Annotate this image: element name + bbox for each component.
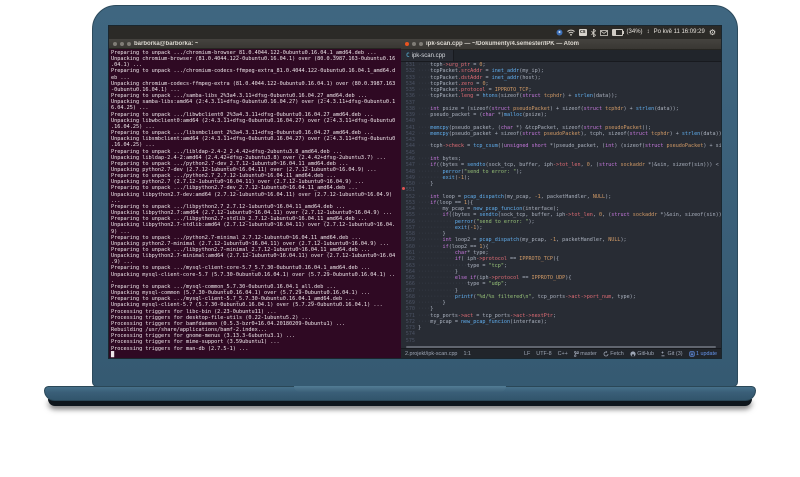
keyboard-layout[interactable]: cs bbox=[578, 29, 587, 36]
battery-percentage: (34%) bbox=[626, 29, 643, 35]
bluetooth-icon[interactable] bbox=[590, 28, 596, 37]
status-item-fetch[interactable]: Fetch bbox=[603, 350, 624, 357]
terminal-line: Preparing to unpack .../chromium-codecs-… bbox=[111, 68, 396, 75]
terminal-window: barborka@barborka: ~ Preparing to unpack… bbox=[109, 39, 401, 358]
cpp-file-icon: C bbox=[406, 52, 410, 59]
status-item-1-update[interactable]: 1 update bbox=[688, 350, 717, 357]
terminal-line: Unpacking libpython2.7-stdlib:amd64 (2.7… bbox=[111, 222, 396, 229]
terminal-line: Unpacking mysql-client-core-5.7 (5.7.30-… bbox=[111, 271, 396, 278]
laptop-mockup: cs (34%) ↕ Po kvě 11 16:09:29 ⚙ barborka… bbox=[0, 0, 800, 477]
terminal-line: Unpacking libpython2.7-minimal:amd64 (2.… bbox=[111, 253, 396, 260]
terminal-line: Unpacking samba-libs:amd64 (2:4.3.11+dfs… bbox=[111, 99, 396, 106]
terminal-line: Unpacking chromium-browser (81.0.4044.12… bbox=[111, 56, 396, 63]
atom-window: ipk-scan.cpp — ~/Dokumenty/4.semester/IP… bbox=[401, 39, 721, 358]
mail-icon[interactable] bbox=[599, 29, 608, 36]
cursor-position[interactable]: 1:1 bbox=[463, 351, 471, 357]
code-line: 551 bbox=[401, 187, 721, 193]
status-item-c-[interactable]: C++ bbox=[558, 351, 568, 357]
code-line: 542 ····memcpy(pseudo_packet + sizeof(str… bbox=[401, 131, 721, 137]
terminal-line: Preparing to unpack .../python2.7-minima… bbox=[111, 234, 361, 241]
laptop-screen: cs (34%) ↕ Po kvě 11 16:09:29 ⚙ barborka… bbox=[108, 25, 722, 359]
terminal-line: Preparing to unpack .../mysql-client-cor… bbox=[111, 265, 371, 272]
session-gear-icon[interactable]: ⚙ bbox=[709, 26, 716, 39]
code-line: 575 bbox=[401, 338, 721, 344]
update-icon bbox=[688, 350, 695, 357]
terminal-line: Unpacking libwbclient0:amd64 (2:4.3.11+d… bbox=[111, 117, 396, 124]
atom-title: ipk-scan.cpp — ~/Dokumenty/4.semester/IP… bbox=[426, 41, 579, 47]
sync-icon bbox=[603, 350, 609, 357]
status-item-git-3-[interactable]: Git (3) bbox=[660, 351, 683, 357]
github-icon bbox=[630, 350, 636, 357]
status-item-github[interactable]: GitHub bbox=[630, 351, 654, 357]
atom-minimize-button[interactable] bbox=[412, 42, 416, 46]
code-line: 544 ····tcph->check = tcp_csum((unsigned … bbox=[401, 143, 721, 149]
wifi-icon[interactable] bbox=[567, 29, 575, 36]
indicator-icon[interactable] bbox=[556, 29, 563, 36]
tab-ipk-scan[interactable]: C ipk-scan.cpp bbox=[401, 50, 455, 61]
laptop-base-notch bbox=[294, 386, 506, 392]
terminal-titlebar[interactable]: barborka@barborka: ~ bbox=[109, 39, 401, 49]
status-item-lf[interactable]: LF bbox=[524, 351, 530, 357]
statusbar-right: LF UTF-8 C++ master Fetch GitHub Git (3) 1 upda… bbox=[524, 350, 717, 357]
terminal-close-button[interactable] bbox=[113, 41, 117, 46]
tab-label: ipk-scan.cpp bbox=[411, 52, 446, 59]
clock[interactable]: Po kvě 11 16:09:29 bbox=[654, 26, 705, 39]
terminal-line: Preparing to unpack .../libwbclient0_2%3… bbox=[111, 111, 374, 118]
system-panel: cs (34%) ↕ Po kvě 11 16:09:29 ⚙ bbox=[109, 26, 721, 39]
code-editor[interactable]: 531 ····tcph->urg_ptr = 0; 532 ····tcpPacke… bbox=[401, 62, 721, 344]
terminal-line: Unpacking mysql-client-5.7 (5.7.30-0ubun… bbox=[111, 302, 383, 309]
status-item-master[interactable]: master bbox=[573, 350, 597, 357]
terminal-line: Unpacking libldap-2.4-2:amd64 (2.4.42+df… bbox=[111, 154, 386, 161]
atom-maximize-button[interactable] bbox=[419, 42, 423, 46]
atom-tabbar: C ipk-scan.cpp bbox=[401, 50, 721, 62]
atom-statusbar: 2.projekt/ipk-scan.cpp 1:1 LF UTF-8 C++ mas… bbox=[401, 348, 721, 358]
terminal-line: Preparing to unpack .../libpython2.7-dev… bbox=[111, 185, 358, 192]
status-item-utf-8[interactable]: UTF-8 bbox=[536, 351, 551, 357]
battery-icon[interactable] bbox=[611, 29, 624, 36]
line-number: 575 bbox=[405, 337, 415, 344]
arrows-icon[interactable]: ↕ bbox=[647, 26, 650, 39]
terminal-line: Unpacking libpython2.7-dev:amd64 (2.7.12… bbox=[111, 191, 393, 198]
terminal-output[interactable]: Preparing to unpack .../chromium-browser… bbox=[109, 49, 401, 358]
terminal-maximize-button[interactable] bbox=[127, 41, 131, 46]
terminal-minimize-button[interactable] bbox=[120, 41, 124, 46]
file-path[interactable]: 2.projekt/ipk-scan.cpp bbox=[405, 351, 457, 357]
atom-titlebar[interactable]: ipk-scan.cpp — ~/Dokumenty/4.semester/IP… bbox=[401, 39, 721, 50]
terminal-title: barborka@barborka: ~ bbox=[134, 40, 199, 47]
terminal-line: █ bbox=[111, 351, 115, 358]
atom-close-button[interactable] bbox=[405, 42, 409, 46]
branch-icon bbox=[573, 350, 579, 357]
diff-icon bbox=[660, 351, 666, 357]
